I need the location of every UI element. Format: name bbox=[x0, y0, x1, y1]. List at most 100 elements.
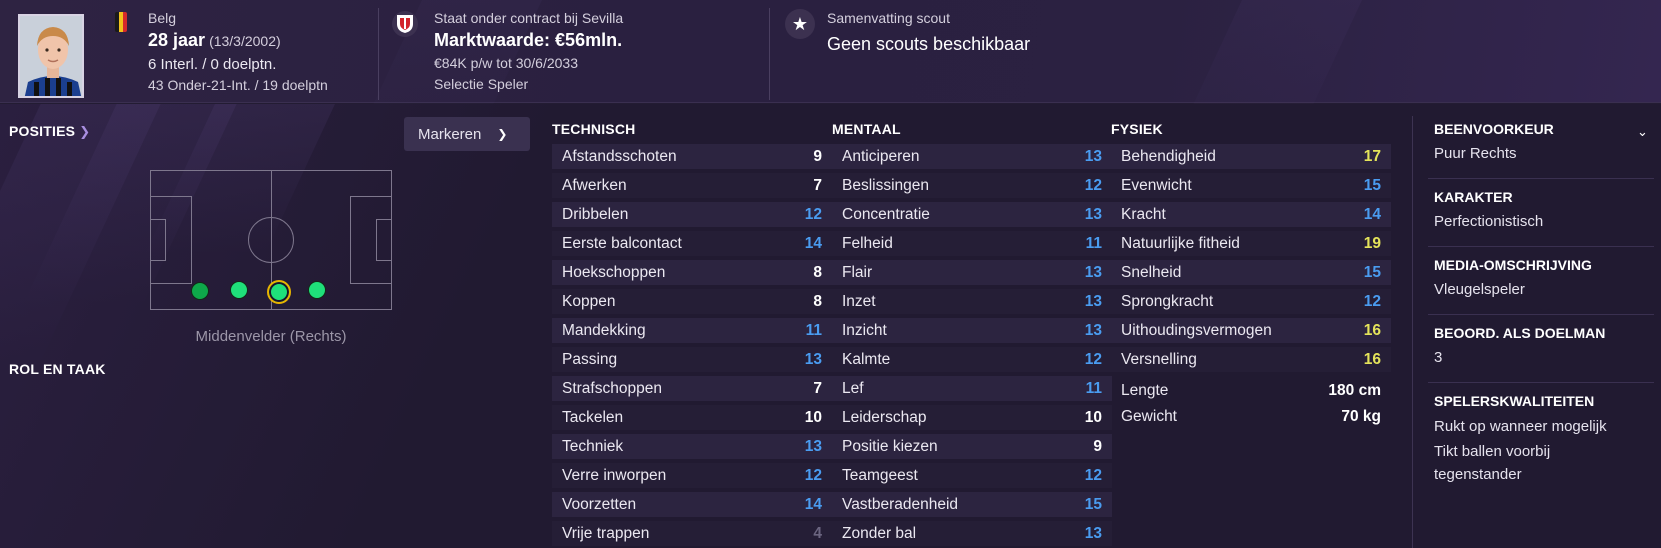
attribute-value: 19 bbox=[1363, 234, 1381, 252]
mental-attribute-row[interactable]: Kalmte 12 bbox=[832, 347, 1112, 372]
height-value: 180 cm bbox=[1328, 382, 1381, 399]
sidebar-divider bbox=[1412, 116, 1413, 548]
mental-attribute-row[interactable]: Anticiperen 13 bbox=[832, 144, 1112, 169]
mental-attribute-row[interactable]: Concentratie 13 bbox=[832, 202, 1112, 227]
sidebar-separator bbox=[1428, 314, 1654, 315]
flag-stripe-red bbox=[123, 12, 127, 32]
physical-measurements: Lengte 180 cm Gewicht 70 kg bbox=[1111, 378, 1391, 430]
technical-attribute-row[interactable]: Techniek 13 bbox=[552, 434, 832, 459]
technical-attribute-row[interactable]: Afwerken 7 bbox=[552, 173, 832, 198]
attribute-label: Leiderschap bbox=[842, 408, 927, 426]
goalkeeper-rating-value: 3 bbox=[1434, 349, 1443, 366]
technical-attribute-row[interactable]: Koppen 8 bbox=[552, 289, 832, 314]
attribute-value: 11 bbox=[1085, 234, 1102, 252]
physical-attribute-row[interactable]: Behendigheid 17 bbox=[1111, 144, 1391, 169]
player-traits-title: SPELERSKWALITEITEN bbox=[1434, 393, 1595, 409]
player-trait[interactable]: Rukt op wanneer mogelijk bbox=[1434, 415, 1634, 438]
position-dot[interactable] bbox=[308, 281, 326, 299]
positions-title[interactable]: POSITIES ❯ bbox=[9, 123, 90, 140]
goalkeeper-rating: BEOORD. ALS DOELMAN 3 bbox=[1434, 325, 1654, 369]
position-dot[interactable] bbox=[191, 282, 209, 300]
mental-attribute-row[interactable]: Positie kiezen 9 bbox=[832, 434, 1112, 459]
contract-club-label[interactable]: Staat onder contract bij Sevilla bbox=[434, 10, 623, 26]
u21-caps: 43 Onder-21-Int. / 19 doelptn bbox=[148, 77, 328, 93]
market-value: Marktwaarde: €56mln. bbox=[434, 30, 623, 50]
position-dot-selected[interactable] bbox=[267, 280, 291, 304]
attribute-label: Kracht bbox=[1121, 205, 1166, 223]
attribute-value: 11 bbox=[1085, 379, 1102, 397]
mental-attribute-row[interactable]: Lef 11 bbox=[832, 376, 1112, 401]
attribute-value: 13 bbox=[1084, 205, 1102, 223]
mental-attribute-row[interactable]: Leiderschap 10 bbox=[832, 405, 1112, 430]
pitch-left-six bbox=[150, 219, 166, 261]
attribute-label: Passing bbox=[562, 350, 618, 368]
attribute-value: 13 bbox=[1084, 292, 1102, 310]
height-row: Lengte 180 cm bbox=[1111, 378, 1391, 404]
physical-attribute-row[interactable]: Sprongkracht 12 bbox=[1111, 289, 1391, 314]
attribute-label: Positie kiezen bbox=[842, 437, 938, 455]
physical-attribute-row[interactable]: Versnelling 16 bbox=[1111, 347, 1391, 372]
attribute-label: Concentratie bbox=[842, 205, 930, 223]
mental-attribute-row[interactable]: Teamgeest 12 bbox=[832, 463, 1112, 488]
mental-attribute-row[interactable]: Felheid 11 bbox=[832, 231, 1112, 256]
player-trait[interactable]: Tikt ballen voorbij tegenstander bbox=[1434, 440, 1634, 486]
physical-attribute-row[interactable]: Snelheid 15 bbox=[1111, 260, 1391, 285]
mental-attribute-row[interactable]: Zonder bal 13 bbox=[832, 521, 1112, 546]
technical-attribute-row[interactable]: Verre inworpen 12 bbox=[552, 463, 832, 488]
header-divider bbox=[378, 8, 379, 100]
personality: KARAKTER Perfectionistisch bbox=[1434, 189, 1654, 233]
role-duty-title[interactable]: ROL EN TAAK bbox=[9, 361, 106, 377]
attribute-value: 12 bbox=[804, 466, 822, 484]
technical-attribute-row[interactable]: Tackelen 10 bbox=[552, 405, 832, 430]
media-description: MEDIA-OMSCHRIJVING Vleugelspeler bbox=[1434, 257, 1654, 301]
technical-attribute-row[interactable]: Mandekking 11 bbox=[552, 318, 832, 343]
weight-value: 70 kg bbox=[1341, 408, 1381, 425]
attribute-label: Kalmte bbox=[842, 350, 891, 368]
mental-attribute-row[interactable]: Beslissingen 12 bbox=[832, 173, 1112, 198]
technical-title: TECHNISCH bbox=[552, 121, 636, 137]
player-avatar bbox=[18, 14, 84, 98]
mental-attribute-row[interactable]: Flair 13 bbox=[832, 260, 1112, 285]
physical-attribute-row[interactable]: Evenwicht 15 bbox=[1111, 173, 1391, 198]
attribute-label: Lef bbox=[842, 379, 864, 397]
personality-value: Perfectionistisch bbox=[1434, 213, 1544, 230]
technical-attribute-row[interactable]: Dribbelen 12 bbox=[552, 202, 832, 227]
technical-attribute-row[interactable]: Voorzetten 14 bbox=[552, 492, 832, 517]
attribute-label: Verre inworpen bbox=[562, 466, 667, 484]
physical-attribute-row[interactable]: Uithoudingsvermogen 16 bbox=[1111, 318, 1391, 343]
technical-attribute-row[interactable]: Eerste balcontact 14 bbox=[552, 231, 832, 256]
attribute-label: Dribbelen bbox=[562, 205, 629, 223]
attribute-label: Felheid bbox=[842, 234, 893, 252]
physical-attribute-row[interactable]: Kracht 14 bbox=[1111, 202, 1391, 227]
technical-attribute-row[interactable]: Strafschoppen 7 bbox=[552, 376, 832, 401]
preferred-foot-value: Puur Rechts bbox=[1434, 145, 1517, 162]
attribute-label: Strafschoppen bbox=[562, 379, 662, 397]
mark-button[interactable]: Markeren ❯ bbox=[404, 117, 530, 151]
scout-summary-text: Geen scouts beschikbaar bbox=[827, 34, 1031, 54]
mental-attribute-row[interactable]: Inzet 13 bbox=[832, 289, 1112, 314]
attribute-value: 14 bbox=[804, 234, 822, 252]
technical-attribute-row[interactable]: Passing 13 bbox=[552, 347, 832, 372]
attribute-value: 8 bbox=[813, 292, 822, 310]
mental-title: MENTAAL bbox=[832, 121, 901, 137]
position-pitch bbox=[150, 170, 392, 310]
physical-attribute-row[interactable]: Natuurlijke fitheid 19 bbox=[1111, 231, 1391, 256]
attribute-value: 11 bbox=[805, 321, 822, 339]
technical-attribute-row[interactable]: Hoekschoppen 8 bbox=[552, 260, 832, 285]
sevilla-crest-icon[interactable] bbox=[392, 11, 418, 37]
attribute-value: 9 bbox=[1093, 437, 1102, 455]
technical-attribute-row[interactable]: Afstandsschoten 9 bbox=[552, 144, 832, 169]
chevron-right-icon: ❯ bbox=[79, 124, 91, 139]
technical-attribute-row[interactable]: Vrije trappen 4 bbox=[552, 521, 832, 546]
attribute-value: 9 bbox=[813, 147, 822, 165]
attribute-label: Anticiperen bbox=[842, 147, 920, 165]
attribute-value: 13 bbox=[1084, 263, 1102, 281]
attribute-value: 15 bbox=[1084, 495, 1102, 513]
attribute-label: Snelheid bbox=[1121, 263, 1182, 281]
attribute-value: 12 bbox=[804, 205, 822, 223]
mental-attribute-row[interactable]: Vastberadenheid 15 bbox=[832, 492, 1112, 517]
attribute-label: Inzet bbox=[842, 292, 876, 310]
header-divider bbox=[769, 8, 770, 100]
position-dot[interactable] bbox=[230, 281, 248, 299]
mental-attribute-row[interactable]: Inzicht 13 bbox=[832, 318, 1112, 343]
